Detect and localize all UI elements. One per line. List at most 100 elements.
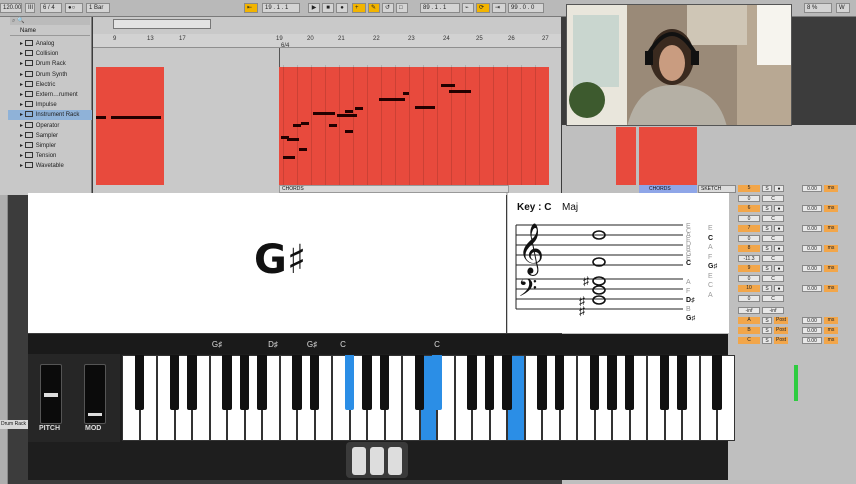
volume-value[interactable]: 0 (738, 235, 760, 242)
browser-item[interactable]: ▸ Sampler (20, 131, 58, 141)
browser-item[interactable]: ▸ Drum Rack (20, 59, 66, 69)
delay-value[interactable]: 0.00 (802, 317, 822, 324)
volume-value[interactable]: 0 (738, 295, 760, 302)
black-key[interactable] (624, 355, 635, 410)
sustain-pedal[interactable] (388, 447, 402, 475)
midi-clip[interactable] (96, 67, 164, 185)
delay-unit[interactable]: ms (824, 205, 838, 212)
overdub-button[interactable]: + (352, 3, 366, 13)
delay-unit[interactable]: ms (824, 225, 838, 232)
black-key[interactable] (414, 355, 425, 410)
black-key[interactable] (239, 355, 250, 410)
track-title-sketch[interactable]: SKETCH (698, 185, 736, 193)
black-key[interactable] (344, 355, 355, 410)
black-key[interactable] (134, 355, 145, 410)
midi-clip[interactable] (279, 67, 549, 185)
browser-item[interactable]: ▸ Analog (20, 39, 54, 49)
punch-button[interactable]: □ (396, 3, 408, 13)
delay-value[interactable]: 0.00 (802, 185, 822, 192)
loop-length-field[interactable]: 99 . 0 . 0 (508, 3, 544, 13)
browser-item[interactable]: ▸ Simpler (20, 141, 56, 151)
play-icon[interactable]: ▶ (308, 3, 320, 13)
track-title-chords[interactable]: CHORDS (639, 185, 697, 193)
volume-value[interactable]: 0 (738, 275, 760, 282)
loop-button[interactable]: ⟳ (476, 3, 490, 13)
delay-value[interactable]: 0.00 (802, 225, 822, 232)
pan-value[interactable]: C (762, 195, 784, 202)
record-arm-button[interactable]: ● (774, 245, 784, 252)
solo-button[interactable]: S (762, 265, 772, 272)
midi-note[interactable] (399, 98, 405, 101)
post-button[interactable]: Post (774, 327, 788, 334)
browser-item[interactable]: ▸ Instrument Rack (8, 110, 92, 121)
automation-arm-button[interactable]: ✎ (368, 3, 380, 13)
delay-unit[interactable]: ms (824, 337, 838, 344)
loop-start-field[interactable]: 89 . 1 . 1 (420, 3, 460, 13)
midi-note[interactable] (415, 106, 435, 109)
browser-item[interactable]: ▸ Tension (20, 151, 56, 161)
midi-note[interactable] (441, 84, 455, 87)
return-track-button[interactable]: B (738, 327, 760, 334)
time-signature-field[interactable]: 6 / 4 (40, 3, 62, 13)
key-map-button[interactable]: W (836, 3, 850, 13)
delay-unit[interactable]: ms (824, 245, 838, 252)
black-key[interactable] (187, 355, 197, 410)
midi-note[interactable] (283, 156, 295, 159)
record-icon[interactable]: ● (336, 3, 348, 13)
volume-value[interactable]: 0 (738, 195, 760, 202)
solo-button[interactable]: S (762, 205, 772, 212)
black-key[interactable] (309, 355, 320, 410)
solo-button[interactable]: S (762, 327, 772, 334)
black-key[interactable] (607, 355, 617, 410)
clip-name-strip[interactable]: CHORDS (279, 185, 509, 193)
timeline-ruler[interactable]: 9 13 17 19 20 21 22 23 24 25 26 27 (93, 34, 561, 48)
delay-value[interactable]: 0.00 (802, 265, 822, 272)
midi-note[interactable] (111, 116, 161, 119)
browser-item[interactable]: ▸ Impulse (20, 100, 57, 110)
delay-value[interactable]: 0.00 (802, 205, 822, 212)
punch-in-button[interactable]: ⇥ (492, 3, 506, 13)
overview-scroll[interactable] (113, 19, 211, 29)
black-key[interactable] (502, 355, 512, 410)
soft-pedal[interactable] (352, 447, 366, 475)
sostenuto-pedal[interactable] (370, 447, 384, 475)
follow-button[interactable]: ⇤ (244, 3, 258, 13)
post-button[interactable]: Post (774, 317, 788, 324)
black-key[interactable] (379, 355, 390, 410)
solo-button[interactable]: S (762, 225, 772, 232)
browser-item[interactable]: ▸ Operator (20, 121, 59, 131)
solo-button[interactable]: S (762, 185, 772, 192)
pan-value[interactable]: C (762, 215, 784, 222)
pitch-wheel[interactable] (40, 364, 62, 424)
black-key[interactable] (659, 355, 670, 410)
volume-value[interactable]: -inf (738, 307, 760, 314)
black-key[interactable] (257, 355, 267, 410)
midi-note[interactable] (96, 116, 106, 119)
black-key[interactable] (537, 355, 547, 410)
delay-unit[interactable]: ms (824, 185, 838, 192)
browser-item[interactable]: ▸ Collision (20, 49, 58, 59)
pan-value[interactable]: C (762, 275, 784, 282)
midi-note[interactable] (313, 112, 335, 115)
track-number-button[interactable]: 6 (738, 205, 760, 212)
delay-unit[interactable]: ms (824, 285, 838, 292)
black-key[interactable] (712, 355, 722, 410)
pan-value[interactable]: C (762, 255, 784, 262)
delay-value[interactable]: 0.00 (802, 327, 822, 334)
volume-value[interactable]: -11.3 (738, 255, 760, 262)
device-title[interactable]: Drum Rack (0, 420, 28, 429)
midi-note[interactable] (337, 114, 357, 117)
return-track-button[interactable]: A (738, 317, 760, 324)
delay-value[interactable]: 0.00 (802, 285, 822, 292)
solo-button[interactable]: S (762, 245, 772, 252)
solo-button[interactable]: S (762, 317, 772, 324)
record-arm-button[interactable]: ● (774, 185, 784, 192)
delay-value[interactable]: 0.00 (802, 337, 822, 344)
black-key[interactable] (677, 355, 687, 410)
tempo-field[interactable]: 120.00 (0, 3, 22, 13)
black-key[interactable] (222, 355, 232, 410)
black-key[interactable] (169, 355, 180, 410)
midi-note[interactable] (345, 130, 353, 133)
browser-item[interactable]: ▸ Electric (20, 80, 55, 90)
track-number-button[interactable]: 9 (738, 265, 760, 272)
